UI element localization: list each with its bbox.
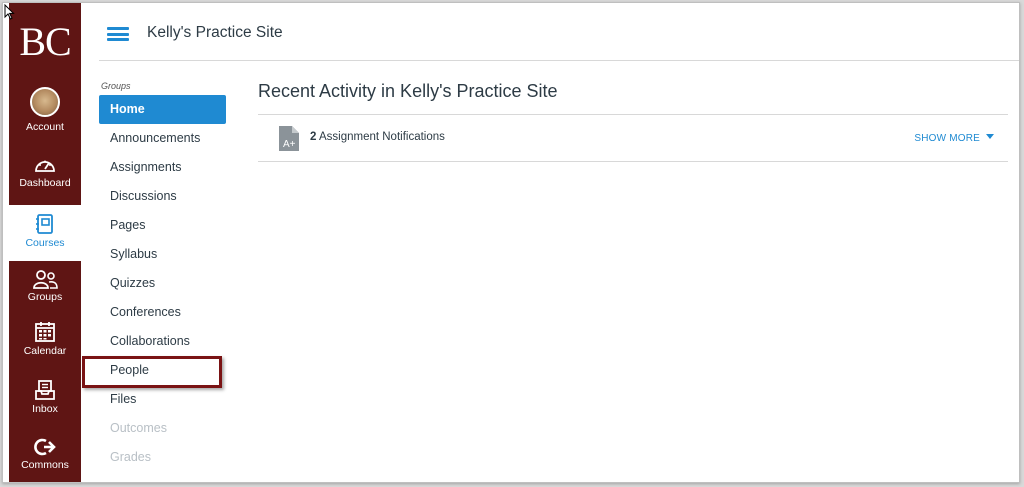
commons-icon: [34, 438, 56, 456]
show-more-label: SHOW MORE: [914, 133, 981, 144]
course-nav-quizzes[interactable]: Quizzes: [99, 269, 229, 298]
course-nav: Groups Home Announcements Assignments Di…: [99, 81, 229, 472]
activity-row[interactable]: A+ 2 Assignment Notifications SHOW MORE: [258, 115, 1008, 162]
course-nav-announcements[interactable]: Announcements: [99, 124, 229, 153]
course-nav-syllabus[interactable]: Syllabus: [99, 240, 229, 269]
global-nav-courses[interactable]: Courses: [3, 205, 87, 261]
global-nav-dashboard[interactable]: Dashboard: [9, 155, 81, 189]
course-header: Kelly's Practice Site: [99, 3, 1019, 61]
course-nav-assignments[interactable]: Assignments: [99, 153, 229, 182]
page-title: Recent Activity in Kelly's Practice Site: [258, 81, 1008, 115]
activity-text: 2 Assignment Notifications: [310, 131, 445, 143]
calendar-icon: [35, 322, 55, 342]
global-nav-account-label: Account: [26, 121, 64, 133]
global-nav-commons[interactable]: Commons: [9, 437, 81, 471]
global-nav-calendar-label: Calendar: [23, 345, 67, 357]
course-nav-section-label: Groups: [101, 81, 131, 91]
global-nav-inbox[interactable]: Inbox: [9, 379, 81, 415]
activity-label: Assignment Notifications: [318, 131, 445, 143]
global-nav-inbox-label: Inbox: [32, 403, 58, 415]
course-nav-pages[interactable]: Pages: [99, 211, 229, 240]
svg-text:A+: A+: [283, 139, 296, 150]
course-nav-people[interactable]: People: [99, 356, 229, 385]
avatar: [30, 87, 60, 117]
course-nav-grades[interactable]: Grades: [99, 443, 229, 472]
course-nav-collaborations[interactable]: Collaborations: [99, 327, 229, 356]
groups-icon: [33, 270, 58, 289]
assignment-doc-icon: A+: [279, 126, 299, 151]
global-nav-dashboard-label: Dashboard: [19, 177, 71, 189]
inbox-icon: [35, 380, 55, 400]
course-nav-files[interactable]: Files: [99, 385, 229, 414]
global-nav-courses-label: Courses: [25, 237, 65, 249]
hamburger-menu-icon[interactable]: [107, 27, 129, 41]
course-nav-home[interactable]: Home: [99, 95, 226, 124]
mouse-cursor-icon: [4, 4, 15, 20]
activity-count: 2: [310, 131, 317, 143]
course-nav-conferences[interactable]: Conferences: [99, 298, 229, 327]
global-nav-commons-label: Commons: [21, 459, 69, 471]
show-more-button[interactable]: SHOW MORE: [914, 133, 994, 144]
courses-book-icon: [36, 214, 53, 234]
dashboard-icon: [35, 160, 55, 172]
global-nav-calendar[interactable]: Calendar: [9, 321, 81, 357]
global-nav-groups[interactable]: Groups: [9, 269, 81, 303]
breadcrumb-site-title[interactable]: Kelly's Practice Site: [147, 24, 283, 42]
institution-logo[interactable]: BC: [9, 3, 81, 75]
canvas-window: BC Account Dashboard Courses Groups Cale…: [2, 2, 1020, 483]
global-nav-groups-label: Groups: [27, 291, 63, 303]
global-nav: BC Account Dashboard Courses Groups Cale…: [3, 3, 87, 482]
course-nav-discussions[interactable]: Discussions: [99, 182, 229, 211]
caret-down-icon: [986, 134, 994, 139]
global-nav-account[interactable]: Account: [9, 87, 81, 133]
course-nav-outcomes[interactable]: Outcomes: [99, 414, 229, 443]
main-content: Recent Activity in Kelly's Practice Site…: [258, 81, 1008, 162]
